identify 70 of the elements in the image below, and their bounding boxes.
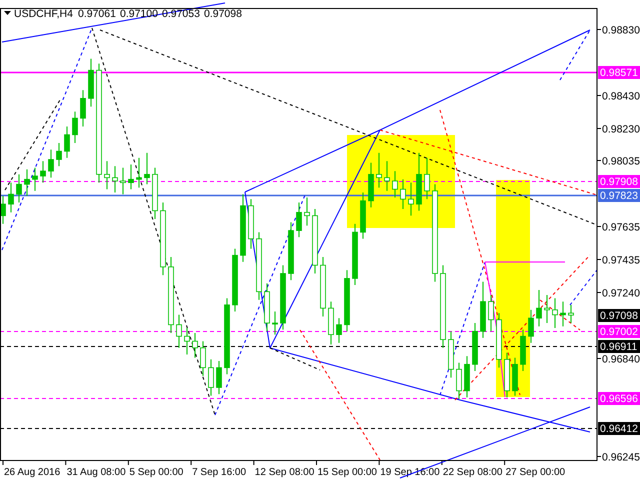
candlestick — [400, 178, 406, 210]
time-tick-label: 26 Aug 2016 — [4, 467, 60, 478]
time-tick-label: 31 Aug 08:00 — [66, 467, 126, 478]
quote-value: 0.97098 — [204, 8, 242, 20]
candlestick — [488, 294, 494, 332]
candlestick — [528, 309, 534, 344]
price-label: 0.96412 — [598, 422, 640, 435]
quote-value: 0.97053 — [162, 8, 200, 20]
candlestick — [128, 164, 134, 190]
candlestick — [80, 90, 86, 127]
symbol-label: USDCHF,H4 — [14, 8, 73, 20]
candlestick — [208, 358, 214, 396]
price-tick-label: 0.98430 — [602, 90, 640, 102]
candlestick — [216, 360, 222, 395]
candlestick — [304, 196, 310, 226]
price-tick-label: 0.97435 — [602, 254, 640, 266]
quote-value: 0.97061 — [78, 8, 116, 20]
price-tick-label: 0.96840 — [602, 354, 640, 366]
candlestick — [8, 182, 14, 213]
candlestick — [48, 149, 54, 178]
candlestick — [72, 111, 78, 144]
price-tick-label: 0.96245 — [602, 452, 640, 464]
candlestick — [536, 290, 542, 327]
candlestick — [112, 166, 118, 194]
candlestick — [40, 160, 46, 184]
candlestick — [176, 314, 182, 348]
candlestick — [272, 310, 278, 336]
time-tick-label: 12 Sep 08:00 — [254, 467, 314, 478]
candlestick — [376, 152, 382, 188]
time-tick-label: 22 Sep 08:00 — [442, 467, 502, 478]
candlestick — [120, 167, 126, 195]
price-tick-label: 0.97635 — [602, 222, 640, 234]
candlestick — [296, 202, 302, 238]
quote-value: 0.97100 — [120, 8, 158, 20]
candlestick — [56, 142, 62, 167]
price-label: 0.98571 — [598, 66, 640, 79]
price-tick-label: 0.97240 — [602, 288, 640, 300]
candlestick — [568, 304, 574, 324]
candlestick — [408, 182, 414, 216]
candlestick — [32, 167, 38, 192]
candlestick — [104, 160, 110, 190]
time-tick-label: 15 Sep 00:00 — [318, 467, 377, 478]
price-label: 0.97098 — [598, 309, 640, 322]
candlestick — [200, 340, 206, 376]
time-tick-label: 5 Sep 00:00 — [129, 467, 184, 478]
price-label: 0.97908 — [598, 175, 640, 188]
candlestick — [456, 362, 462, 400]
candlestick — [16, 174, 22, 203]
time-tick-label: 27 Sep 00:00 — [506, 467, 566, 478]
candlestick — [392, 170, 398, 198]
candlestick — [184, 328, 190, 355]
candlestick — [64, 126, 70, 158]
price-label: 0.97823 — [598, 189, 640, 202]
time-tick-label: 7 Sep 16:00 — [192, 467, 246, 478]
candlestick — [552, 298, 558, 329]
candlestick — [424, 157, 430, 200]
candlestick — [336, 318, 342, 344]
candlestick — [560, 301, 566, 327]
candlestick — [24, 168, 30, 196]
time-tick-label: 19 Sep 16:00 — [380, 467, 440, 478]
price-label: 0.96596 — [598, 392, 640, 405]
price-label: 0.96911 — [598, 340, 640, 353]
price-label: 0.97002 — [598, 325, 640, 338]
candlestick — [192, 332, 198, 358]
dropdown-icon[interactable] — [4, 11, 11, 15]
candlestick — [144, 152, 150, 185]
price-tick-label: 0.98035 — [602, 156, 640, 168]
price-tick-label: 0.98230 — [602, 124, 640, 136]
price-tick-label: 0.98830 — [602, 24, 640, 36]
candlestick — [384, 160, 390, 192]
